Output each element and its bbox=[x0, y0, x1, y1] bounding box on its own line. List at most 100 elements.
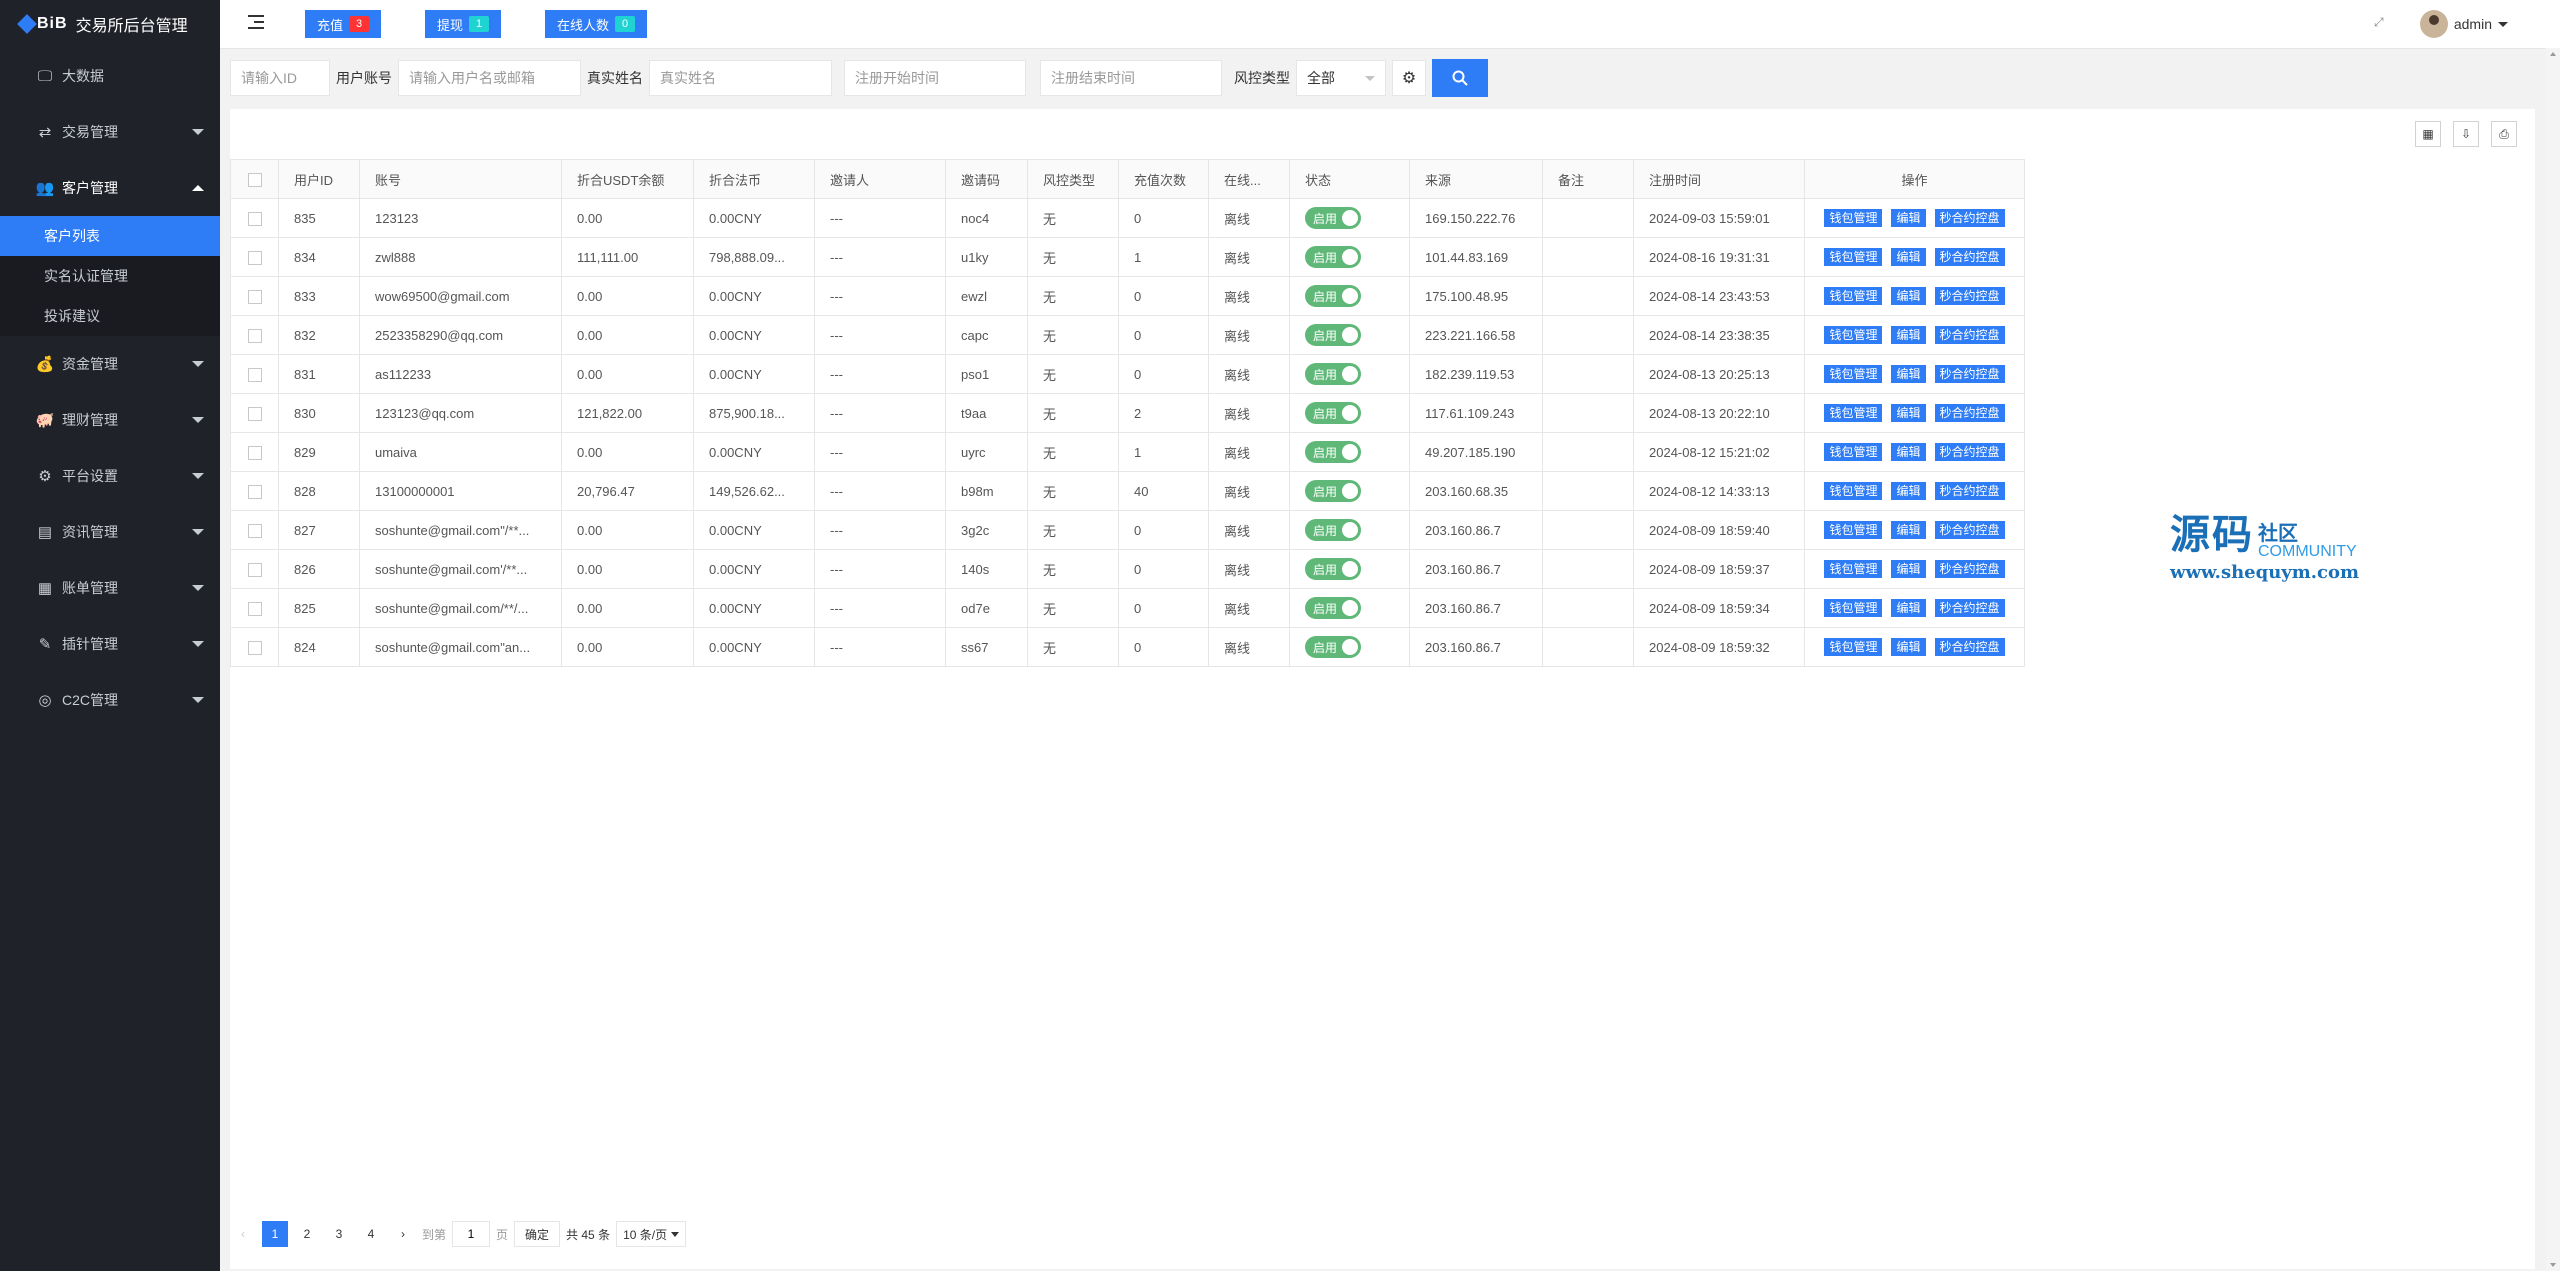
contract-control-button[interactable]: 秒合约控盘 bbox=[1934, 638, 2005, 656]
row-checkbox-cell[interactable] bbox=[230, 510, 279, 550]
row-checkbox-cell[interactable] bbox=[230, 354, 279, 394]
goto-page-input[interactable] bbox=[452, 1221, 491, 1247]
columns-icon[interactable]: ▦ bbox=[2415, 121, 2441, 147]
row-checkbox-cell[interactable] bbox=[230, 588, 279, 628]
contract-control-button[interactable]: 秒合约控盘 bbox=[1934, 482, 2005, 500]
wallet-manage-button[interactable]: 钱包管理 bbox=[1824, 482, 1883, 500]
col-header[interactable]: 邀请码 bbox=[945, 159, 1028, 199]
col-header[interactable]: 在线... bbox=[1208, 159, 1290, 199]
logo[interactable]: BiB 交易所后台管理 bbox=[0, 0, 220, 48]
wallet-manage-button[interactable]: 钱包管理 bbox=[1824, 248, 1883, 266]
select-all-checkbox[interactable] bbox=[247, 172, 262, 187]
status-toggle[interactable]: 启用 bbox=[1305, 558, 1361, 580]
contract-control-button[interactable]: 秒合约控盘 bbox=[1934, 521, 2005, 539]
row-checkbox-cell[interactable] bbox=[230, 237, 279, 277]
online-users-button[interactable]: 在线人数 0 bbox=[545, 10, 648, 38]
sidebar-item-funds[interactable]: 💰 资金管理 bbox=[0, 336, 220, 392]
next-page-icon[interactable]: › bbox=[390, 1221, 416, 1247]
col-header[interactable]: 状态 bbox=[1289, 159, 1410, 199]
status-toggle[interactable]: 启用 bbox=[1305, 246, 1361, 268]
status-toggle[interactable]: 启用 bbox=[1305, 636, 1361, 658]
col-header[interactable]: 用户ID bbox=[278, 159, 360, 199]
realname-input[interactable] bbox=[649, 60, 832, 96]
status-toggle[interactable]: 启用 bbox=[1305, 597, 1361, 619]
wallet-manage-button[interactable]: 钱包管理 bbox=[1824, 443, 1883, 461]
page-3[interactable]: 3 bbox=[326, 1221, 352, 1247]
col-header[interactable]: 账号 bbox=[359, 159, 562, 199]
page-4[interactable]: 4 bbox=[358, 1221, 384, 1247]
wallet-manage-button[interactable]: 钱包管理 bbox=[1824, 638, 1883, 656]
page-2[interactable]: 2 bbox=[294, 1221, 320, 1247]
col-header[interactable]: 备注 bbox=[1542, 159, 1634, 199]
edit-button[interactable]: 编辑 bbox=[1891, 599, 1926, 617]
contract-control-button[interactable]: 秒合约控盘 bbox=[1934, 404, 2005, 422]
sidebar-item-pin[interactable]: ✎ 插针管理 bbox=[0, 616, 220, 672]
wallet-manage-button[interactable]: 钱包管理 bbox=[1824, 209, 1883, 227]
col-header[interactable]: 注册时间 bbox=[1633, 159, 1805, 199]
row-checkbox-cell[interactable] bbox=[230, 432, 279, 472]
goto-confirm-button[interactable]: 确定 bbox=[514, 1221, 561, 1247]
status-toggle[interactable]: 启用 bbox=[1305, 402, 1361, 424]
sidebar-item-platform[interactable]: ⚙ 平台设置 bbox=[0, 448, 220, 504]
sidebar-subitem-complaints[interactable]: 投诉建议 bbox=[0, 296, 220, 336]
status-toggle[interactable]: 启用 bbox=[1305, 363, 1361, 385]
row-checkbox[interactable] bbox=[247, 640, 262, 655]
col-header[interactable]: 操作 bbox=[1804, 159, 2025, 199]
edit-button[interactable]: 编辑 bbox=[1891, 638, 1926, 656]
wallet-manage-button[interactable]: 钱包管理 bbox=[1824, 365, 1883, 383]
account-input[interactable] bbox=[398, 60, 581, 96]
row-checkbox-cell[interactable] bbox=[230, 393, 279, 433]
row-checkbox-cell[interactable] bbox=[230, 627, 279, 667]
prev-page-icon[interactable]: ‹ bbox=[230, 1221, 256, 1247]
print-icon[interactable]: ⎙ bbox=[2491, 121, 2517, 147]
row-checkbox[interactable] bbox=[247, 484, 262, 499]
contract-control-button[interactable]: 秒合约控盘 bbox=[1934, 443, 2005, 461]
row-checkbox-cell[interactable] bbox=[230, 471, 279, 511]
menu-toggle-icon[interactable] bbox=[248, 15, 264, 29]
fullscreen-icon[interactable]: ⤢ bbox=[2374, 16, 2386, 28]
row-checkbox-cell[interactable] bbox=[230, 549, 279, 589]
row-checkbox[interactable] bbox=[247, 328, 262, 343]
status-toggle[interactable]: 启用 bbox=[1305, 207, 1361, 229]
withdraw-button[interactable]: 提现 1 bbox=[425, 10, 502, 38]
edit-button[interactable]: 编辑 bbox=[1891, 443, 1926, 461]
contract-control-button[interactable]: 秒合约控盘 bbox=[1934, 599, 2005, 617]
col-header[interactable]: 折合USDT余额 bbox=[561, 159, 694, 199]
row-checkbox[interactable] bbox=[247, 523, 262, 538]
risk-type-select[interactable]: 全部 bbox=[1296, 60, 1386, 96]
page-size-select[interactable]: 10 条/页 bbox=[616, 1221, 687, 1247]
contract-control-button[interactable]: 秒合约控盘 bbox=[1934, 326, 2005, 344]
status-toggle[interactable]: 启用 bbox=[1305, 285, 1361, 307]
row-checkbox-cell[interactable] bbox=[230, 198, 279, 238]
row-checkbox-cell[interactable] bbox=[230, 315, 279, 355]
sidebar-item-bigdata[interactable]: 🖵 大数据 bbox=[0, 48, 220, 104]
status-toggle[interactable]: 启用 bbox=[1305, 519, 1361, 541]
status-toggle[interactable]: 启用 bbox=[1305, 441, 1361, 463]
sidebar-subitem-kyc[interactable]: 实名认证管理 bbox=[0, 256, 220, 296]
edit-button[interactable]: 编辑 bbox=[1891, 326, 1926, 344]
sidebar-item-bills[interactable]: ▦ 账单管理 bbox=[0, 560, 220, 616]
register-end-input[interactable] bbox=[1040, 60, 1222, 96]
export-icon[interactable]: ⇩ bbox=[2453, 121, 2479, 147]
row-checkbox-cell[interactable] bbox=[230, 276, 279, 316]
sidebar-item-customers[interactable]: 👥 客户管理 bbox=[0, 160, 220, 216]
edit-button[interactable]: 编辑 bbox=[1891, 404, 1926, 422]
register-start-input[interactable] bbox=[844, 60, 1026, 96]
col-header[interactable]: 邀请人 bbox=[814, 159, 946, 199]
settings-gear-button[interactable]: ⚙ bbox=[1392, 60, 1426, 96]
row-checkbox[interactable] bbox=[247, 601, 262, 616]
select-all-checkbox-cell[interactable] bbox=[230, 159, 279, 199]
edit-button[interactable]: 编辑 bbox=[1891, 248, 1926, 266]
row-checkbox[interactable] bbox=[247, 562, 262, 577]
status-toggle[interactable]: 启用 bbox=[1305, 480, 1361, 502]
edit-button[interactable]: 编辑 bbox=[1891, 482, 1926, 500]
sidebar-subitem-customer-list[interactable]: 客户列表 bbox=[0, 216, 220, 256]
contract-control-button[interactable]: 秒合约控盘 bbox=[1934, 287, 2005, 305]
wallet-manage-button[interactable]: 钱包管理 bbox=[1824, 287, 1883, 305]
wallet-manage-button[interactable]: 钱包管理 bbox=[1824, 404, 1883, 422]
user-id-input[interactable] bbox=[230, 60, 330, 96]
sidebar-item-c2c[interactable]: ◎ C2C管理 bbox=[0, 672, 220, 728]
edit-button[interactable]: 编辑 bbox=[1891, 287, 1926, 305]
page-scrollbar[interactable] bbox=[2546, 48, 2560, 1271]
sidebar-item-news[interactable]: ▤ 资讯管理 bbox=[0, 504, 220, 560]
